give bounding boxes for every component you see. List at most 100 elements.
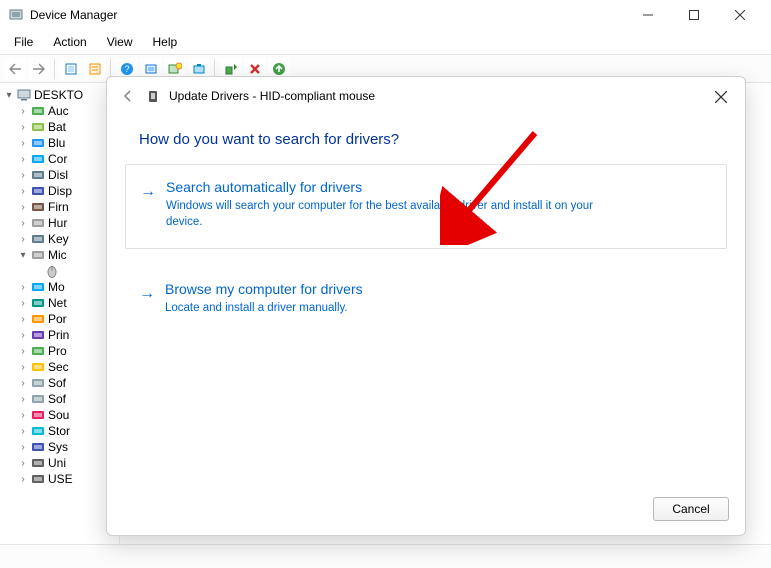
- device-category-icon: [30, 472, 46, 486]
- tree-node[interactable]: ›Pro: [18, 343, 119, 359]
- svg-text:?: ?: [124, 64, 129, 74]
- option-search-automatically[interactable]: → Search automatically for drivers Windo…: [125, 164, 727, 249]
- tree-node-label: Bat: [48, 120, 66, 134]
- expander-icon[interactable]: ›: [18, 298, 28, 309]
- tree-node-label: Sou: [48, 408, 69, 422]
- expander-icon[interactable]: ›: [18, 138, 28, 149]
- expander-icon[interactable]: ›: [18, 458, 28, 469]
- dialog-title: Update Drivers - HID-compliant mouse: [169, 89, 733, 103]
- tree-node-label: Mo: [48, 280, 65, 294]
- tree-node[interactable]: ›Sof: [18, 375, 119, 391]
- dialog-heading: How do you want to search for drivers?: [125, 111, 727, 164]
- expander-icon[interactable]: ›: [18, 234, 28, 245]
- tree-node[interactable]: › Cor: [18, 151, 119, 167]
- option-desc: Windows will search your computer for th…: [166, 199, 606, 230]
- minimize-button[interactable]: [625, 0, 671, 30]
- collapse-icon[interactable]: ▾: [4, 90, 14, 101]
- expander-icon[interactable]: ›: [18, 362, 28, 373]
- option-browse-computer[interactable]: → Browse my computer for drivers Locate …: [125, 267, 727, 323]
- tree-node-label: Sys: [48, 440, 68, 454]
- tree-node-label: Stor: [48, 424, 70, 438]
- tree-node-label: Blu: [48, 136, 65, 150]
- tree-node[interactable]: › Sys: [18, 439, 119, 455]
- maximize-button[interactable]: [671, 0, 717, 30]
- forward-button[interactable]: [28, 58, 50, 80]
- tree-node[interactable]: › Blu: [18, 135, 119, 151]
- device-category-icon: [30, 424, 46, 438]
- tree-node[interactable]: › Firn: [18, 199, 119, 215]
- tree-node[interactable]: ›USE: [18, 471, 119, 487]
- status-bar: [0, 544, 771, 568]
- tree-root[interactable]: ▾ DESKTO: [4, 87, 119, 103]
- tree-node-child[interactable]: [18, 263, 119, 279]
- menu-help[interactable]: Help: [143, 32, 188, 52]
- tree-node-label: Disl: [48, 168, 68, 182]
- expander-icon[interactable]: ›: [18, 106, 28, 117]
- expander-icon[interactable]: ›: [18, 186, 28, 197]
- tree-node[interactable]: › Mo: [18, 279, 119, 295]
- tree-node[interactable]: › Disl: [18, 167, 119, 183]
- tree-node-label: Prin: [48, 328, 69, 342]
- tree-node[interactable]: › Bat: [18, 119, 119, 135]
- show-hidden-button[interactable]: [60, 58, 82, 80]
- expander-icon[interactable]: ›: [18, 170, 28, 181]
- tree-node[interactable]: › Auc: [18, 103, 119, 119]
- option-title: Search automatically for drivers: [166, 179, 708, 195]
- tree-node[interactable]: › Prin: [18, 327, 119, 343]
- tree-node-label: Firn: [48, 200, 69, 214]
- tree-node[interactable]: ▾Mic: [18, 247, 119, 263]
- window-controls: [625, 0, 763, 30]
- tree-node[interactable]: ›Key: [18, 231, 119, 247]
- dialog-back-button[interactable]: [119, 87, 137, 105]
- expander-icon[interactable]: ›: [18, 122, 28, 133]
- device-category-icon: [30, 312, 46, 326]
- tree-node[interactable]: › Net: [18, 295, 119, 311]
- tree-node[interactable]: › Hur: [18, 215, 119, 231]
- expander-icon[interactable]: ›: [18, 202, 28, 213]
- tree-node-label: Auc: [48, 104, 69, 118]
- tree-node-label: Cor: [48, 152, 67, 166]
- device-category-icon: [30, 200, 46, 214]
- expander-icon[interactable]: ›: [18, 346, 28, 357]
- menu-view[interactable]: View: [97, 32, 143, 52]
- device-category-icon: [30, 408, 46, 422]
- device-category-icon: [30, 232, 46, 246]
- expander-icon[interactable]: ›: [18, 426, 28, 437]
- expander-icon[interactable]: ›: [18, 314, 28, 325]
- tree-node[interactable]: › Sou: [18, 407, 119, 423]
- expander-icon[interactable]: ›: [18, 410, 28, 421]
- tree-node-label: Net: [48, 296, 67, 310]
- device-category-icon: [30, 136, 46, 150]
- tree-node[interactable]: › Por: [18, 311, 119, 327]
- expander-icon[interactable]: ›: [18, 378, 28, 389]
- device-category-icon: [30, 216, 46, 230]
- expander-icon[interactable]: ›: [18, 154, 28, 165]
- arrow-right-icon: →: [139, 285, 155, 303]
- tree-node-label: Hur: [48, 216, 67, 230]
- expander-icon[interactable]: ›: [18, 330, 28, 341]
- tree-node[interactable]: › Stor: [18, 423, 119, 439]
- expander-icon[interactable]: ›: [18, 442, 28, 453]
- tree-node[interactable]: ›Sof: [18, 391, 119, 407]
- expander-icon[interactable]: ›: [18, 218, 28, 229]
- device-tree[interactable]: ▾ DESKTO ›Auc›Bat›Blu›Cor›Disl›Disp›Firn…: [0, 83, 120, 544]
- tree-node[interactable]: ›Uni: [18, 455, 119, 471]
- menu-file[interactable]: File: [4, 32, 43, 52]
- tree-node-label: Por: [48, 312, 67, 326]
- tree-node[interactable]: ›Disp: [18, 183, 119, 199]
- menu-action[interactable]: Action: [43, 32, 96, 52]
- close-button[interactable]: [717, 0, 763, 30]
- device-category-icon: [30, 168, 46, 182]
- expander-icon[interactable]: ›: [18, 474, 28, 485]
- properties-button[interactable]: [84, 58, 106, 80]
- separator: [54, 58, 56, 80]
- device-category-icon: [30, 360, 46, 374]
- expander-icon[interactable]: ›: [18, 394, 28, 405]
- dialog-close-button[interactable]: [709, 85, 733, 109]
- tree-node[interactable]: ›Sec: [18, 359, 119, 375]
- cancel-button[interactable]: Cancel: [653, 497, 729, 521]
- window-title: Device Manager: [30, 8, 117, 22]
- expander-icon[interactable]: ▾: [18, 250, 28, 261]
- expander-icon[interactable]: ›: [18, 282, 28, 293]
- back-button[interactable]: [4, 58, 26, 80]
